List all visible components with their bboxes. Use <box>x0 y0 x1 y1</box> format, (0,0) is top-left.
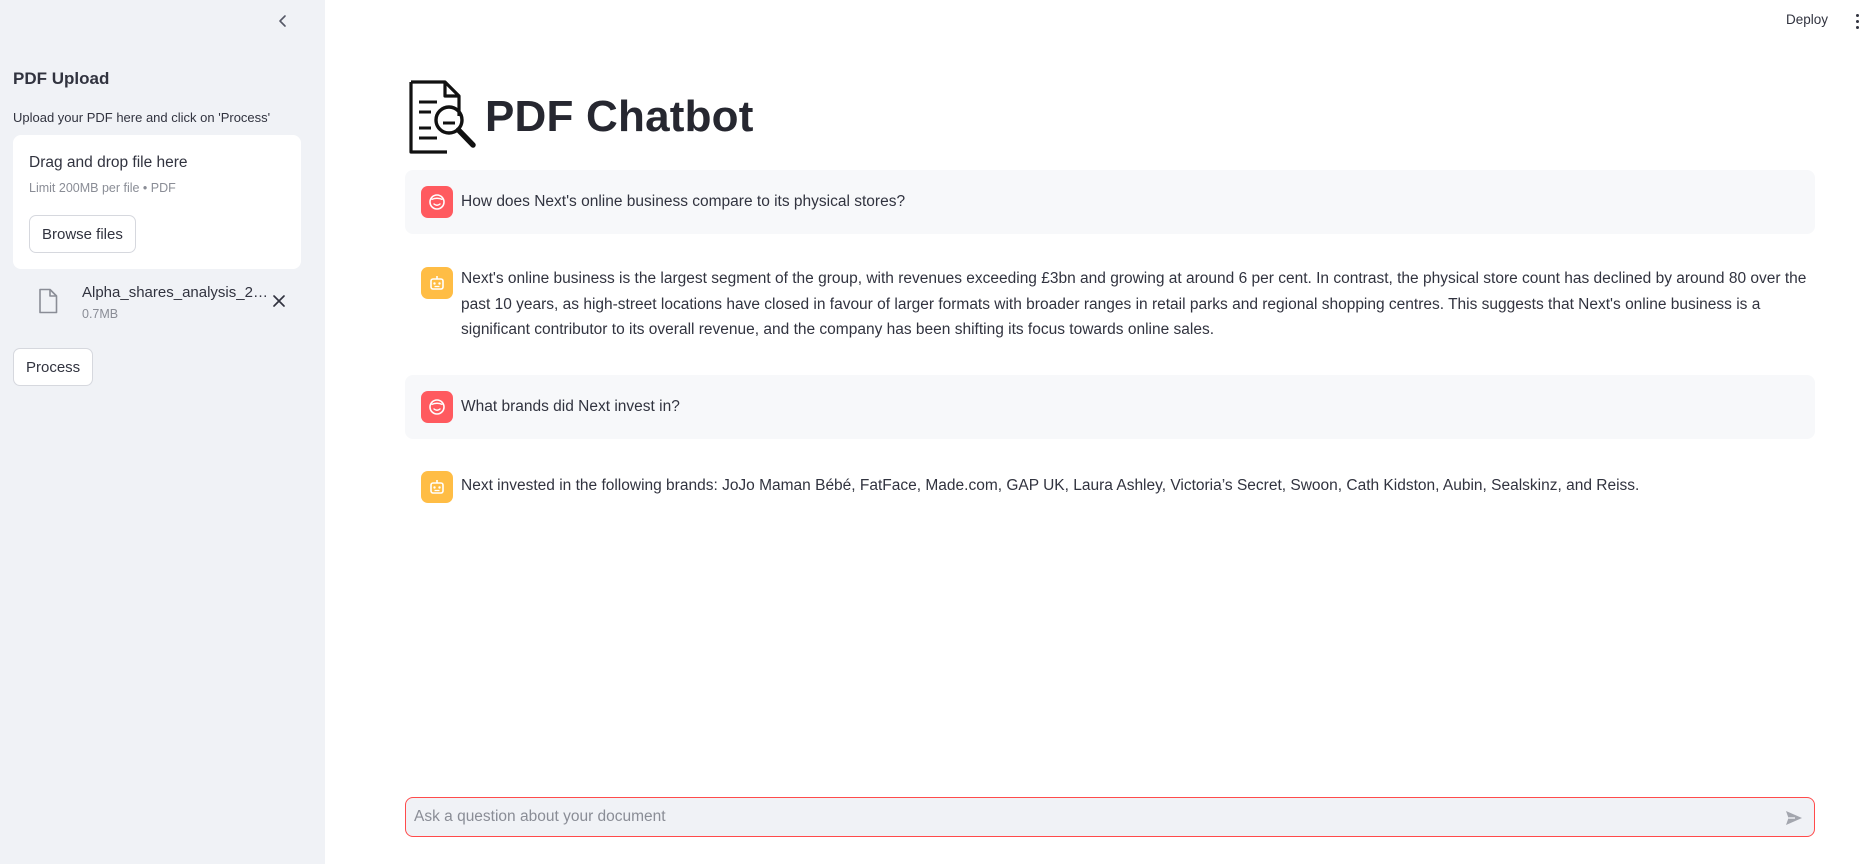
chevron-left-icon <box>279 15 286 27</box>
dropzone-limit: Limit 200MB per file • PDF <box>29 181 176 195</box>
send-icon <box>1786 811 1802 825</box>
process-button[interactable]: Process <box>13 348 94 386</box>
chat-message-user: What brands did Next invest in? <box>405 375 1815 439</box>
close-icon <box>273 295 285 307</box>
browse-files-button[interactable]: Browse files <box>29 215 136 253</box>
sidebar-title: PDF Upload <box>13 69 110 88</box>
deploy-button[interactable]: Deploy <box>1786 12 1828 27</box>
chat-message-assistant: Next's online business is the largest se… <box>405 258 1815 348</box>
chat-message-assistant: Next invested in the following brands: J… <box>405 460 1815 510</box>
chat-message-user: How does Next's online business compare … <box>405 170 1815 234</box>
message-text: Next's online business is the largest se… <box>461 270 1807 338</box>
file-icon <box>39 288 58 314</box>
uploaded-file: Alpha_shares_analysis_2… 0.7MB <box>13 280 301 326</box>
assistant-avatar <box>421 471 453 503</box>
remove-file-button[interactable] <box>268 290 290 312</box>
message-text: What brands did Next invest in? <box>461 398 680 415</box>
user-avatar <box>421 391 453 423</box>
page-header: PDF Chatbot <box>407 80 754 154</box>
file-dropzone[interactable]: Drag and drop file here Limit 200MB per … <box>13 135 301 269</box>
file-name: Alpha_shares_analysis_2… <box>82 284 268 301</box>
robot-icon <box>430 480 444 494</box>
sidebar: PDF Upload Upload your PDF here and clic… <box>0 0 325 864</box>
dropzone-title: Drag and drop file here <box>29 154 188 171</box>
page-title: PDF Chatbot <box>485 92 754 141</box>
main-menu-button[interactable] <box>1851 10 1863 32</box>
assistant-avatar <box>421 267 453 299</box>
message-text: Next invested in the following brands: J… <box>461 477 1640 494</box>
message-text: How does Next's online business compare … <box>461 193 906 210</box>
robot-icon <box>430 276 444 290</box>
send-button[interactable] <box>1782 806 1806 830</box>
chat-input[interactable] <box>414 798 1754 836</box>
user-face-icon <box>429 194 445 210</box>
user-avatar <box>421 186 453 218</box>
collapse-sidebar-button[interactable] <box>272 10 294 32</box>
document-search-icon <box>409 80 476 154</box>
user-face-icon <box>429 399 445 415</box>
more-vertical-icon <box>1855 13 1859 17</box>
chat-input-container <box>405 797 1815 837</box>
file-size: 0.7MB <box>82 307 119 321</box>
sidebar-description: Upload your PDF here and click on 'Proce… <box>13 110 271 125</box>
